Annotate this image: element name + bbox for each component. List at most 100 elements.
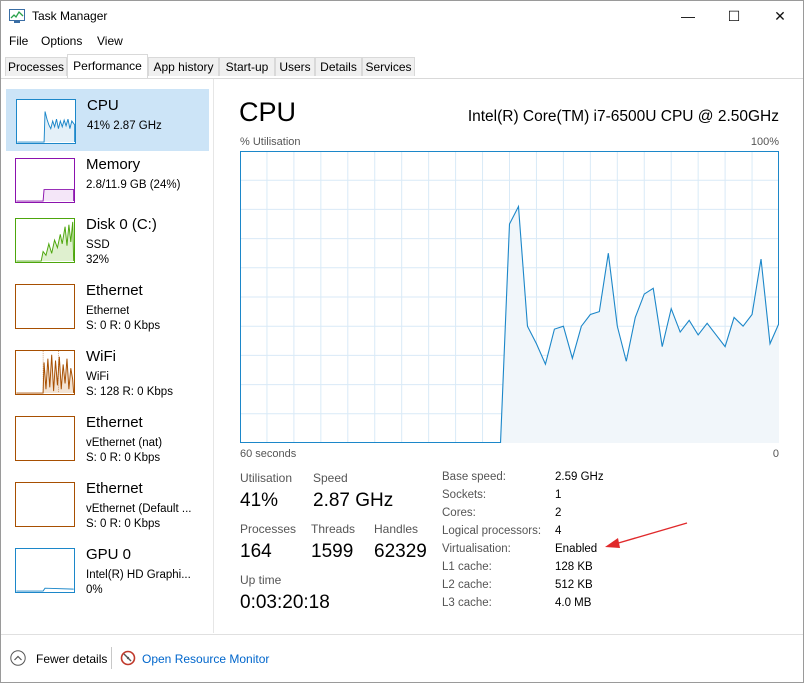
sidebar-item-memory[interactable]: Memory 2.8/11.9 GB (24%) [6,149,209,211]
task-manager-icon [9,9,25,23]
sidebar-item-throughput: S: 0 R: 0 Kbps [86,452,161,464]
sidebar-item-detail: Ethernet [86,305,130,317]
tab-users[interactable]: Users [275,57,315,76]
menu-bar: File Options View [1,32,803,52]
sidebar-item-throughput: S: 128 R: 0 Kbps [86,386,173,398]
cpu-model-name: Intel(R) Core(TM) i7-6500U CPU @ 2.50GHz [467,108,779,125]
sidebar-item-label: CPU [87,97,119,114]
sidebar-item-label: Memory [86,156,141,173]
tab-app-history[interactable]: App history [148,57,219,76]
vethernet-default-thumbnail-graph [15,482,75,527]
base-speed-value: 2.59 GHz [555,471,604,483]
cores-label: Cores: [442,507,476,519]
handles-label: Handles [374,522,419,536]
sidebar-item-label: GPU 0 [86,546,132,563]
task-manager-window: Task Manager — ☐ ✕ File Options View Pro… [0,0,804,683]
y-axis-max-label: 100% [750,136,779,148]
menu-options[interactable]: Options [41,34,82,48]
minimize-button[interactable]: — [665,1,711,31]
processes-value: 164 [240,541,272,562]
fewer-details-button[interactable]: Fewer details [36,652,107,666]
sidebar-item-label: Ethernet [86,282,143,299]
resource-monitor-icon[interactable] [120,650,136,666]
sidebar-item-detail: WiFi [86,371,109,383]
tab-strip: Processes Performance App history Start-… [1,54,803,79]
ethernet-thumbnail-graph [15,284,75,329]
sidebar-item-vethernet-nat[interactable]: Ethernet vEthernet (nat) S: 0 R: 0 Kbps [6,407,209,469]
sidebar-item-detail: Intel(R) HD Graphi... [86,569,191,581]
sidebar-item-throughput: S: 0 R: 0 Kbps [86,320,161,332]
sidebar-item-throughput: S: 0 R: 0 Kbps [86,518,161,530]
l2-cache-label: L2 cache: [442,579,492,591]
cores-value: 2 [555,507,562,519]
wifi-thumbnail-graph [15,350,75,395]
sidebar-item-detail: 2.8/11.9 GB (24%) [86,179,181,191]
page-title: CPU [239,97,297,127]
sidebar-item-usage: 32% [86,254,110,266]
sidebar-item-detail: vEthernet (Default ... [86,503,192,515]
threads-value: 1599 [311,541,354,562]
base-speed-label: Base speed: [442,471,506,483]
l2-cache-value: 512 KB [555,579,593,591]
speed-value: 2.87 GHz [313,490,394,511]
window-title: Task Manager [32,9,108,23]
threads-label: Threads [311,522,356,536]
open-resource-monitor-link[interactable]: Open Resource Monitor [142,652,269,666]
sockets-label: Sockets: [442,489,487,501]
tab-processes[interactable]: Processes [5,57,67,76]
menu-file[interactable]: File [9,34,28,48]
l1-cache-label: L1 cache: [442,561,492,573]
sidebar-item-gpu[interactable]: GPU 0 Intel(R) HD Graphi... 0% [6,539,209,601]
sidebar-item-usage: 0% [86,584,103,596]
sidebar-item-cpu[interactable]: CPU 41% 2.87 GHz [6,89,209,151]
speed-label: Speed [313,471,348,485]
sidebar-item-detail: 41% 2.87 GHz [87,120,162,132]
maximize-button[interactable]: ☐ [711,1,757,31]
sidebar-item-label: WiFi [86,348,116,365]
resource-sidebar: CPU 41% 2.87 GHz Memory 2.8/11.9 GB (24%… [1,79,214,633]
cpu-utilisation-graph [240,151,779,443]
sidebar-item-detail: SSD [86,239,110,251]
disk-thumbnail-graph [15,218,75,263]
sidebar-item-label: Disk 0 (C:) [86,216,157,233]
footer-bar: Fewer details Open Resource Monitor [1,634,803,682]
x-axis-right-label: 0 [772,448,779,460]
logical-processors-value: 4 [555,525,562,537]
annotation-arrow-icon [605,522,688,548]
gpu-thumbnail-graph [15,548,75,593]
vethernet-nat-thumbnail-graph [15,416,75,461]
sidebar-item-label: Ethernet [86,480,143,497]
sockets-value: 1 [555,489,562,501]
sidebar-item-wifi[interactable]: WiFi WiFi S: 128 R: 0 Kbps [6,341,209,403]
l3-cache-label: L3 cache: [442,597,492,609]
processes-label: Processes [240,522,297,536]
tab-services[interactable]: Services [362,57,415,76]
utilisation-label: Utilisation [240,471,293,485]
sidebar-item-label: Ethernet [86,414,143,431]
footer-divider [111,647,112,669]
handles-value: 62329 [374,541,427,562]
sidebar-item-disk[interactable]: Disk 0 (C:) SSD 32% [6,209,209,271]
virtualisation-label: Virtualisation: [442,543,511,555]
y-axis-label: % Utilisation [240,136,301,148]
tab-startup[interactable]: Start-up [219,57,275,76]
title-bar: Task Manager — ☐ ✕ [1,1,803,31]
utilisation-value: 41% [240,490,279,511]
memory-thumbnail-graph [15,158,75,203]
cpu-thumbnail-graph [16,99,76,144]
l1-cache-value: 128 KB [555,561,593,573]
sidebar-item-vethernet-default[interactable]: Ethernet vEthernet (Default ... S: 0 R: … [6,473,209,535]
close-button[interactable]: ✕ [757,1,803,31]
uptime-label: Up time [240,573,282,587]
sidebar-item-detail: vEthernet (nat) [86,437,163,449]
x-axis-left-label: 60 seconds [240,448,297,460]
tab-performance[interactable]: Performance [67,54,148,78]
virtualisation-value: Enabled [555,543,598,555]
sidebar-item-ethernet[interactable]: Ethernet Ethernet S: 0 R: 0 Kbps [6,275,209,337]
l3-cache-value: 4.0 MB [555,597,592,609]
menu-view[interactable]: View [97,34,123,48]
tab-details[interactable]: Details [315,57,362,76]
logical-processors-label: Logical processors: [442,525,542,537]
uptime-value: 0:03:20:18 [240,592,330,613]
chevron-up-circle-icon[interactable] [10,650,26,666]
